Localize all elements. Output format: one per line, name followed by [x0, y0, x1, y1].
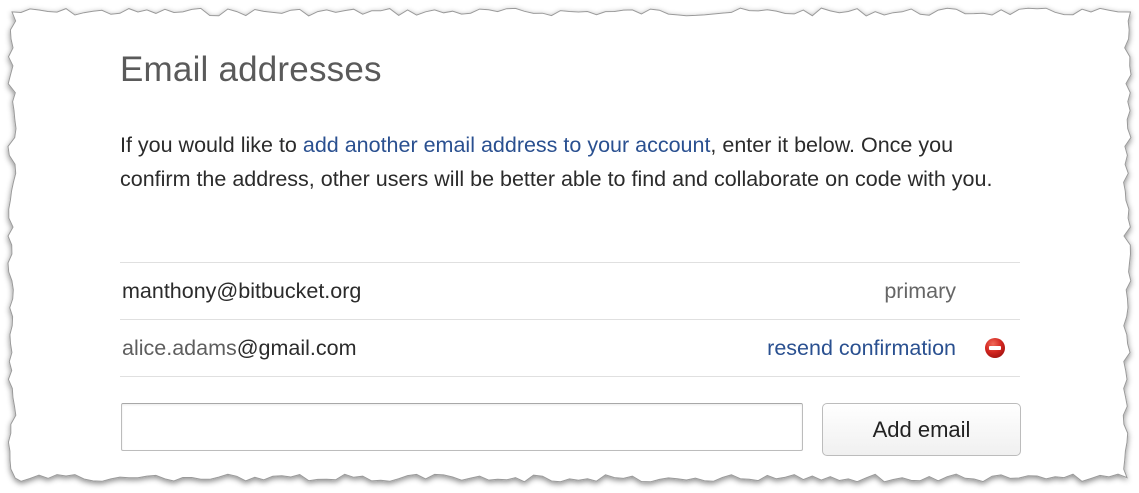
remove-minus-circle-icon[interactable]	[984, 337, 1006, 359]
divider	[120, 319, 1020, 320]
email-row-unconfirmed: alice.adams@gmail.com resend confirmatio…	[120, 321, 1020, 375]
email-row-primary: manthony@bitbucket.org primary	[120, 264, 1020, 318]
primary-badge: primary	[884, 279, 956, 303]
divider	[120, 376, 1020, 377]
section-description: If you would like to add another email a…	[120, 128, 1025, 196]
new-email-input[interactable]	[121, 403, 803, 451]
page-title: Email addresses	[120, 50, 382, 89]
email-user: alice.adams	[122, 336, 237, 360]
email-address: manthony@bitbucket.org	[122, 279, 362, 303]
description-prefix: If you would like to	[120, 133, 303, 157]
page: Email addresses If you would like to add…	[0, 0, 1139, 493]
add-email-button[interactable]: Add email	[822, 403, 1021, 456]
divider	[120, 262, 1020, 263]
email-settings-panel: Email addresses If you would like to add…	[0, 0, 1139, 493]
email-address: alice.adams@gmail.com	[122, 321, 357, 375]
email-domain: @gmail.com	[236, 336, 357, 360]
add-email-link[interactable]: add another email address to your accoun…	[303, 133, 711, 157]
resend-confirmation-link[interactable]: resend confirmation	[767, 321, 956, 375]
